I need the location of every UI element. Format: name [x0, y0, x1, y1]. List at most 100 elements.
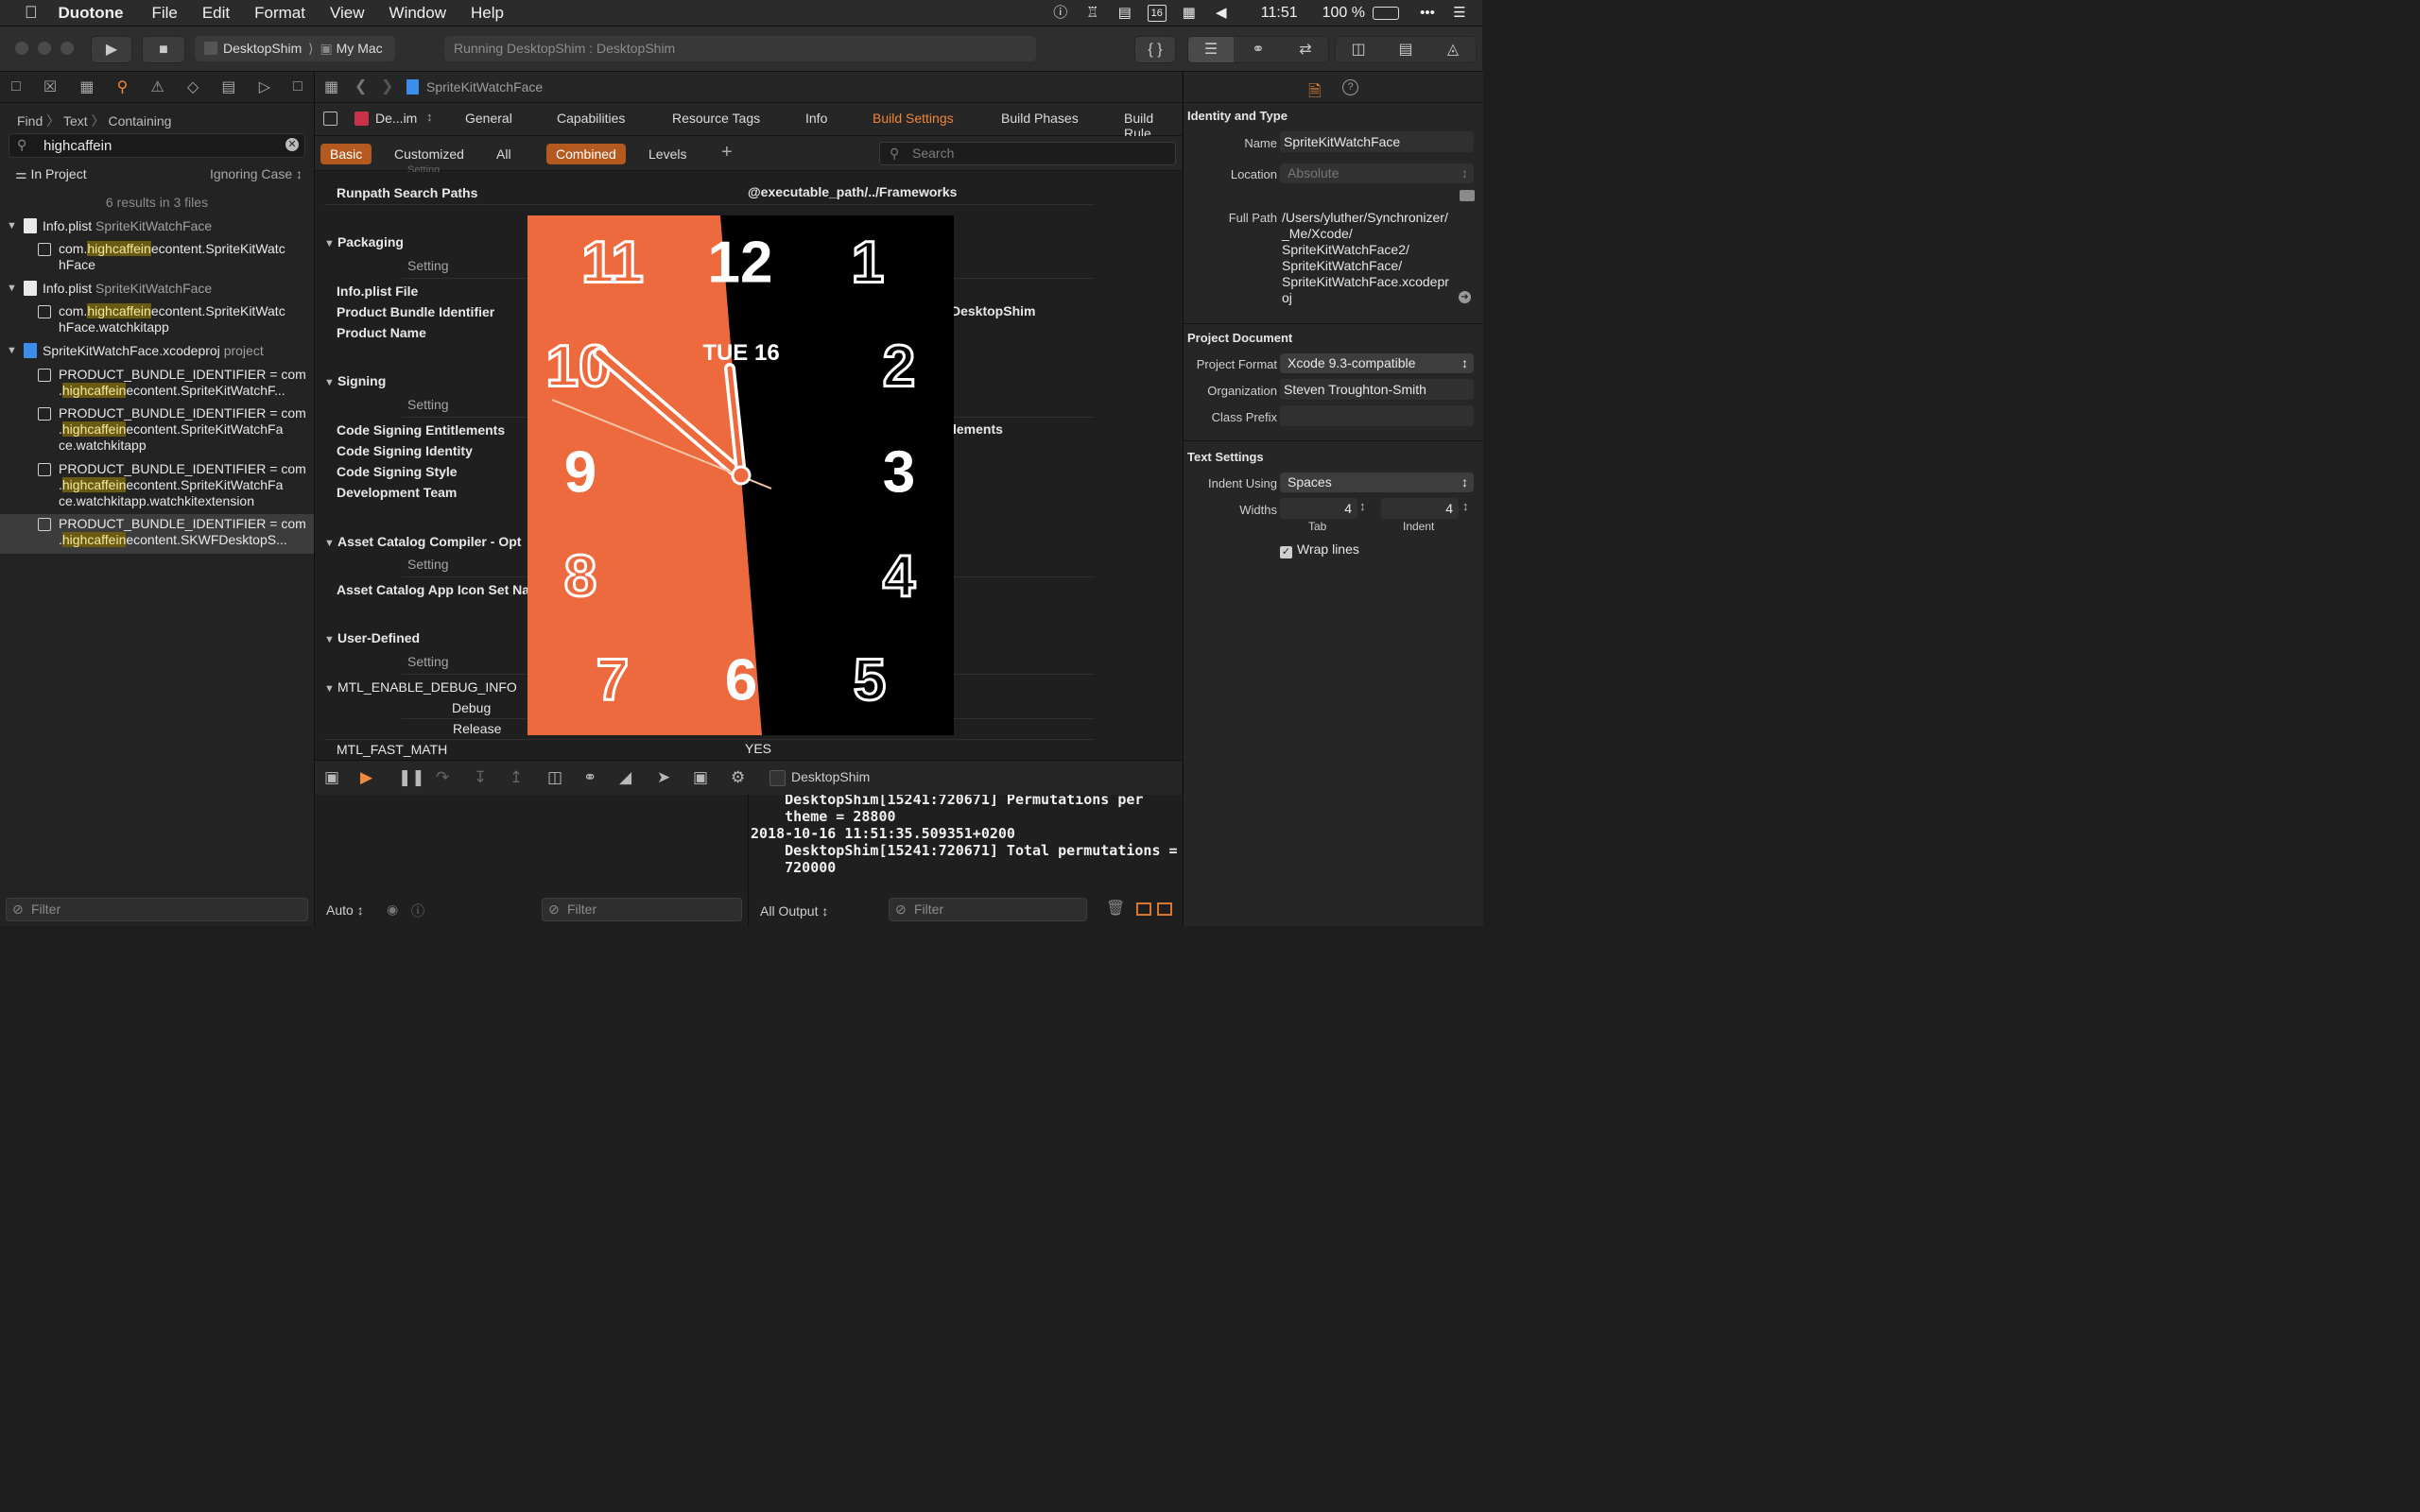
camera-icon[interactable]: ▣ [693, 768, 708, 787]
breakpoint-icon[interactable]: ▷ [259, 77, 270, 96]
result-line[interactable]: PRODUCT_BUNDLE_IDENTIFIER = com .highcaff… [0, 367, 314, 403]
tab-resource-tags[interactable]: Resource Tags [672, 111, 760, 126]
clear-icon[interactable]: ✕ [285, 138, 299, 151]
library-button[interactable]: { } [1134, 36, 1176, 63]
folder-icon[interactable]: □ [11, 78, 21, 95]
setting-code-signing-style[interactable]: Code Signing Style [337, 464, 458, 479]
menu-view[interactable]: View [330, 4, 365, 23]
tab-build-phases[interactable]: Build Phases [1001, 111, 1079, 126]
setting-entitlements-value[interactable]: lements [953, 421, 1003, 437]
section-signing[interactable]: ▼ Signing [324, 373, 386, 388]
find-path[interactable]: Find 〉 Text 〉 Containing [17, 112, 171, 130]
config-debug[interactable]: Debug [452, 700, 491, 715]
memory-icon[interactable]: ▦ [1180, 5, 1199, 22]
location-popup[interactable]: Absolute ↕ [1280, 163, 1474, 183]
menu-format[interactable]: Format [254, 4, 305, 23]
navigator-toggle-icon[interactable]: ◫ [1336, 37, 1381, 62]
disclosure-triangle-icon[interactable]: ▼ [7, 343, 17, 359]
filter-customized[interactable]: Customized [385, 144, 474, 164]
result-file-row[interactable]: ▼ SpriteKitWatchFace.xcodeproj project [0, 343, 314, 362]
find-search-field[interactable]: ⚲ highcaffein ✕ [9, 133, 305, 158]
disclosure-triangle-icon[interactable]: ▼ [324, 238, 337, 249]
console-filter-field[interactable]: ⊘ Filter [889, 898, 1087, 921]
folder-icon[interactable] [1460, 190, 1475, 201]
volume-icon[interactable]: ◀ [1212, 5, 1231, 22]
filter-combined[interactable]: Combined [546, 144, 626, 164]
inspector-toggle-icon[interactable]: ◬ [1430, 37, 1476, 62]
split-right-icon[interactable] [1157, 902, 1172, 916]
setting-info-plist[interactable]: Info.plist File [337, 284, 418, 299]
auto-selector[interactable]: Auto ↕ [326, 902, 364, 918]
result-line[interactable]: com.highcaffeinecontent.SpriteKitWatc hFa… [0, 241, 314, 275]
menu-help[interactable]: Help [471, 4, 504, 23]
find-type[interactable]: Text [63, 113, 88, 129]
scheme-selector[interactable]: DesktopShim ⟩ ▣ My Mac [195, 36, 395, 61]
eye-icon[interactable]: ◉ [387, 902, 398, 918]
filter-basic[interactable]: Basic [320, 144, 372, 164]
updown-icon[interactable]: ↕ [426, 110, 433, 124]
back-arrow-icon[interactable]: ❮ [354, 77, 367, 95]
setting-code-signing-identity[interactable]: Code Signing Identity [337, 443, 473, 458]
result-file-row[interactable]: ▼ Info.plist SpriteKitWatchFace [0, 281, 314, 300]
related-items-icon[interactable]: ▦ [324, 77, 338, 96]
tab-general[interactable]: General [465, 111, 512, 126]
target-selector[interactable]: De...im [375, 111, 417, 126]
setting-mtl-fast-math[interactable]: MTL_FAST_MATH [337, 742, 447, 757]
output-selector[interactable]: All Output ↕ [760, 902, 828, 919]
menu-window[interactable]: Window [389, 4, 446, 23]
train-icon[interactable]: ♖ [1083, 5, 1102, 22]
clock[interactable]: 11:51 [1261, 5, 1298, 22]
disclosure-triangle-icon[interactable]: ▼ [324, 377, 337, 388]
standard-editor-icon[interactable]: ☰ [1188, 37, 1234, 62]
result-line-selected[interactable]: PRODUCT_BUNDLE_IDENTIFIER = com .highcaff… [0, 514, 314, 554]
setting-mtl-fast-math-value[interactable]: YES [745, 741, 771, 756]
setting-runpath[interactable]: Runpath Search Paths [337, 185, 477, 200]
debug-icon[interactable]: ▤ [221, 77, 235, 96]
search-icon[interactable]: ⚲ [117, 77, 129, 96]
test-icon[interactable]: ◇ [187, 77, 199, 96]
name-field[interactable]: SpriteKitWatchFace [1280, 131, 1474, 152]
report-icon[interactable]: □ [293, 78, 302, 95]
setting-bundle-id-value[interactable]: DesktopShim [951, 303, 1035, 318]
jump-bar-title[interactable]: SpriteKitWatchFace [426, 79, 543, 94]
full-path-value[interactable]: /Users/yluther/Synchronizer/ _Me/Xcode/ … [1282, 210, 1449, 306]
quick-help-icon[interactable]: ? [1342, 79, 1358, 95]
wrap-lines-checkbox[interactable]: ✓ Wrap lines [1280, 541, 1359, 558]
trash-icon[interactable]: 🗑 [1106, 900, 1125, 917]
minimize-window-button[interactable] [38, 42, 51, 55]
assistant-editor-icon[interactable]: ⚭ [1236, 37, 1281, 62]
result-file-row[interactable]: ▼ Info.plist SpriteKitWatchFace [0, 218, 314, 237]
news-icon[interactable]: ▤ [1115, 5, 1134, 22]
forward-arrow-icon[interactable]: ❯ [381, 77, 393, 95]
find-match[interactable]: Containing [108, 113, 171, 129]
step-over-icon[interactable]: ↷ [436, 768, 449, 787]
reveal-arrow-icon[interactable]: ➜ [1459, 291, 1471, 303]
pause-icon[interactable]: ❚❚ [398, 768, 425, 787]
case-selector[interactable]: Ignoring Case ↕ [210, 166, 302, 181]
step-out-icon[interactable]: ↥ [510, 768, 523, 787]
console-output[interactable]: DesktopShim[15241:720671] Permutations p… [749, 795, 1182, 926]
menu-file[interactable]: File [151, 4, 177, 23]
disclosure-triangle-icon[interactable]: ▼ [7, 281, 17, 297]
apple-menu-icon[interactable]:  [25, 3, 38, 23]
add-setting-icon[interactable]: + [721, 142, 733, 163]
zoom-window-button[interactable] [60, 42, 74, 55]
battery-percent[interactable]: 100 % [1322, 5, 1365, 22]
sidebar-toggle-icon[interactable] [323, 112, 337, 126]
scope-selector[interactable]: ⚌ In Project [15, 166, 87, 182]
source-control-icon[interactable]: ☒ [43, 77, 57, 96]
result-line[interactable]: com.highcaffeinecontent.SpriteKitWatc hFa… [0, 303, 314, 337]
breakpoints-toggle-icon[interactable]: ▶ [360, 768, 372, 787]
section-packaging[interactable]: ▼ Packaging [324, 234, 404, 249]
app-menu[interactable]: Duotone [59, 4, 124, 23]
info-icon[interactable]: ⓘ [411, 902, 424, 920]
watch-face-window[interactable]: 12 1 2 3 4 5 6 7 8 9 10 11 TUE 16 [527, 215, 954, 735]
calendar-icon[interactable]: 16 [1147, 4, 1167, 22]
result-line[interactable]: PRODUCT_BUNDLE_IDENTIFIER = com .highcaff… [0, 461, 314, 514]
step-into-icon[interactable]: ↧ [474, 768, 487, 787]
setting-product-name[interactable]: Product Name [337, 325, 426, 340]
class-prefix-field[interactable] [1280, 405, 1474, 426]
setting-code-signing-entitlements[interactable]: Code Signing Entitlements [337, 422, 505, 438]
process-name[interactable]: DesktopShim [791, 769, 870, 784]
location-icon[interactable]: ➤ [657, 768, 670, 787]
